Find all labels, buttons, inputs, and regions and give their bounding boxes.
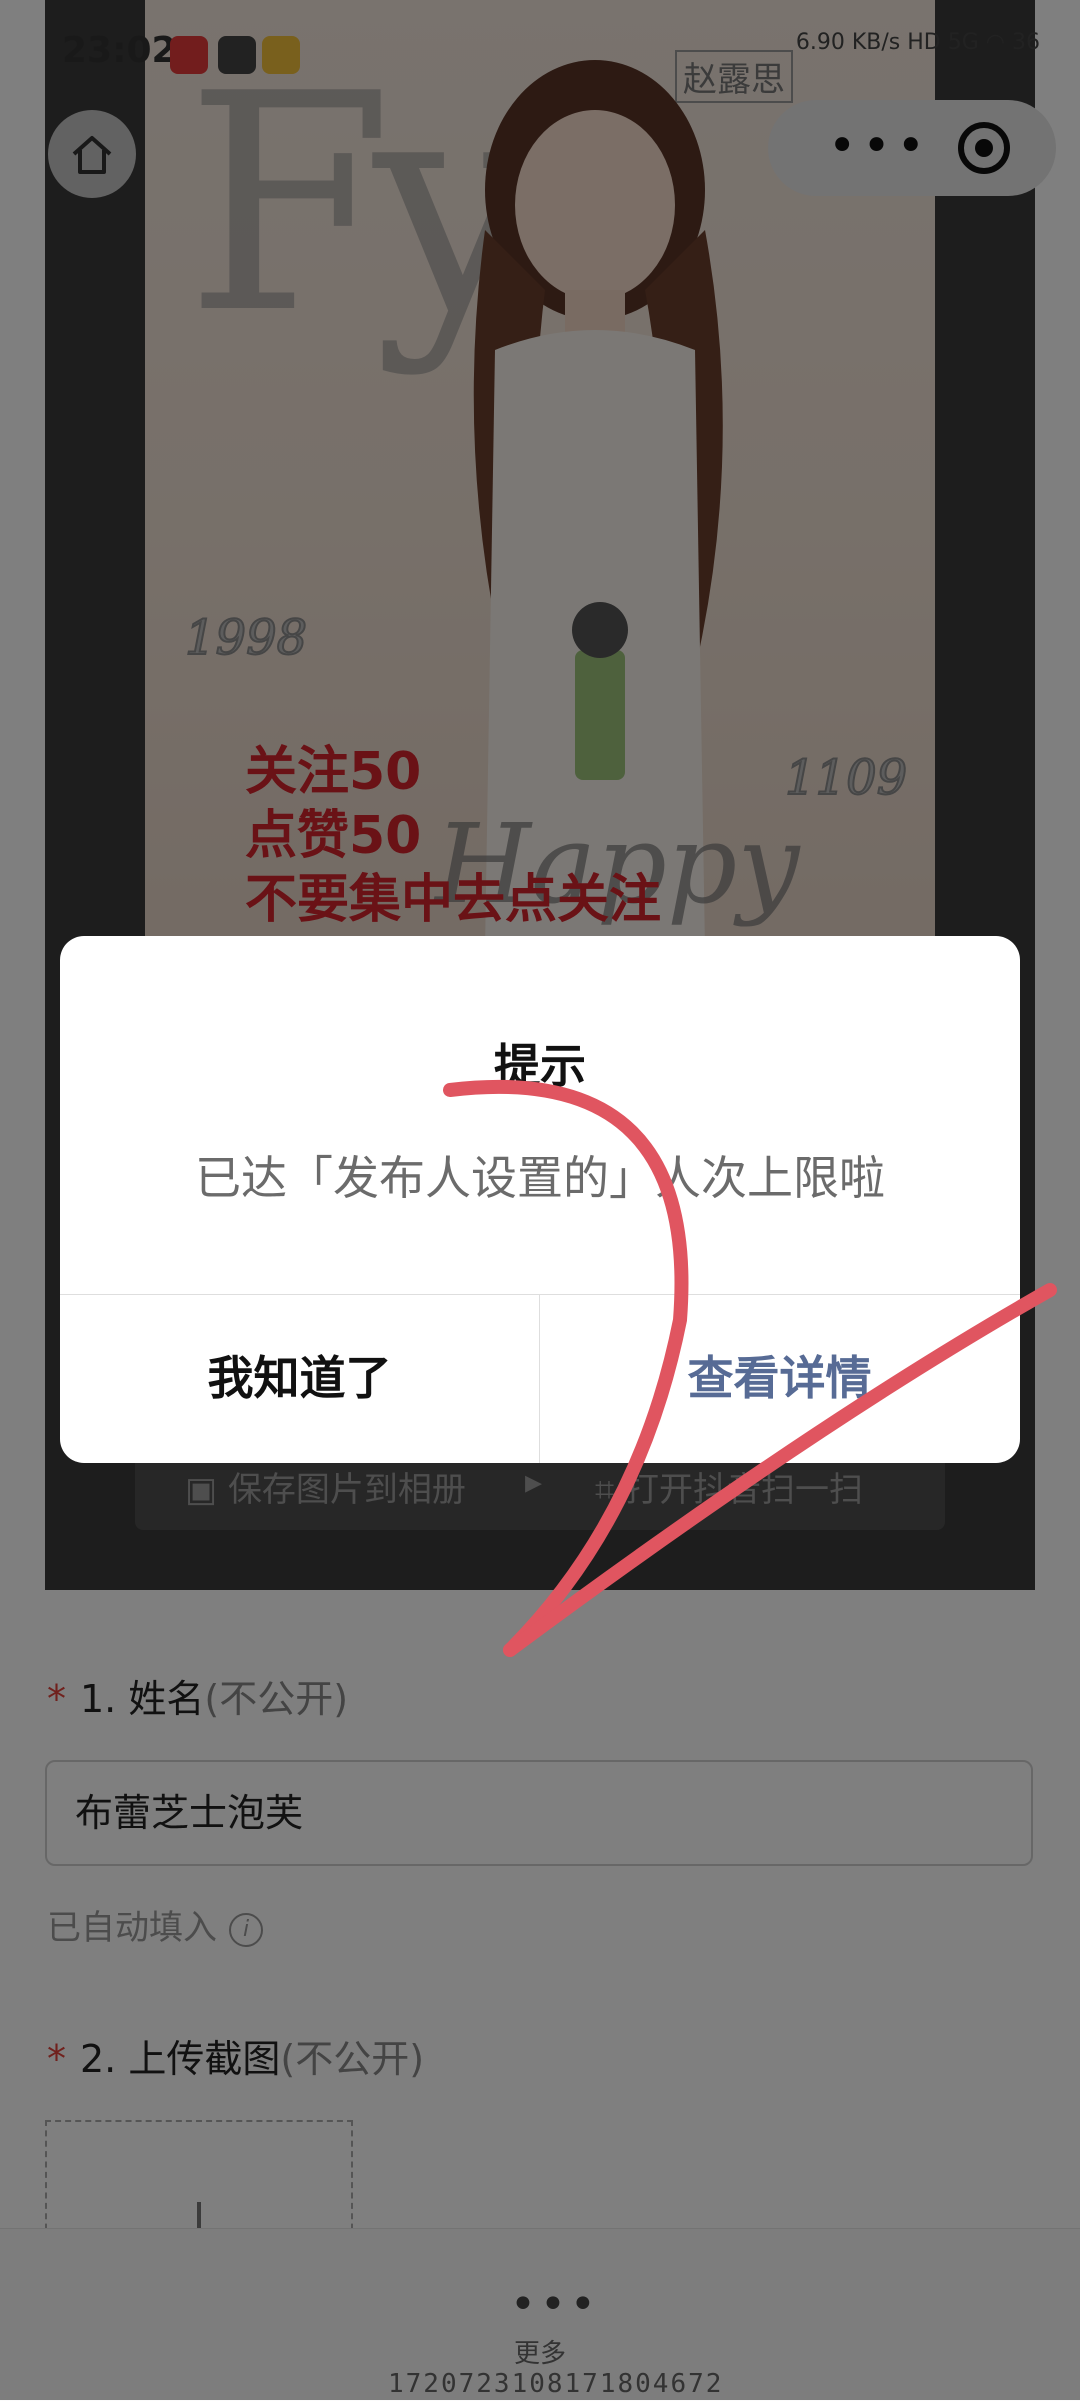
ok-button[interactable]: 我知道了 bbox=[60, 1294, 539, 1463]
dialog-title: 提示 bbox=[494, 1039, 586, 1093]
limit-reached-dialog: 提示 已达「发布人设置的」人次上限啦 我知道了 查看详情 bbox=[60, 936, 1020, 1463]
dialog-message: 已达「发布人设置的」人次上限啦 bbox=[195, 1151, 885, 1205]
view-details-button[interactable]: 查看详情 bbox=[540, 1294, 1019, 1463]
